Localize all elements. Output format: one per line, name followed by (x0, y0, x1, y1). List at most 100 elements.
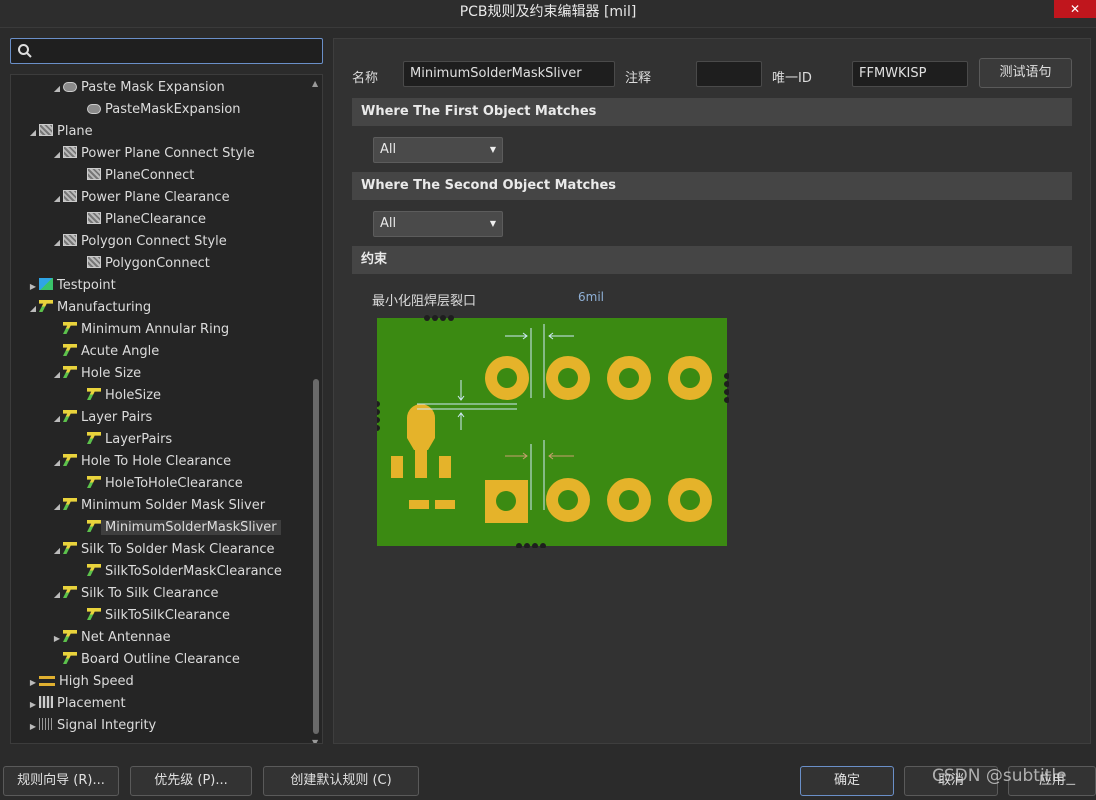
tree-item-label: LayerPairs (105, 432, 173, 447)
tree-item-label: Silk To Silk Clearance (81, 586, 219, 601)
tree-item-label: Manufacturing (57, 300, 152, 315)
collapse-arrow-icon[interactable]: ◢ (51, 496, 63, 518)
tree-item-label: HoleSize (105, 388, 162, 403)
create-default-rules-button[interactable]: 创建默认规则 (C) (263, 766, 419, 796)
tree-item[interactable]: ◢ Manufacturing (27, 297, 151, 319)
tree-item[interactable]: ◢ Paste Mask Expansion (51, 77, 225, 99)
sliver-param-value[interactable]: 6mil (578, 290, 604, 304)
collapse-arrow-icon[interactable]: ◢ (51, 232, 63, 254)
scroll-up-icon[interactable]: ▲ (312, 79, 318, 88)
tree-item-label: Layer Pairs (81, 410, 153, 425)
collapse-arrow-icon[interactable]: ◢ (51, 78, 63, 100)
test-query-button[interactable]: 测试语句 (979, 58, 1072, 88)
collapse-arrow-icon[interactable]: ◢ (51, 408, 63, 430)
tree-item[interactable]: Acute Angle (51, 341, 159, 363)
tree-item[interactable]: ◢ Power Plane Clearance (51, 187, 230, 209)
collapse-arrow-icon[interactable]: ◢ (51, 364, 63, 386)
tree-item[interactable]: ◢ Hole To Hole Clearance (51, 451, 231, 473)
tree-item[interactable]: PasteMaskExpansion (75, 99, 241, 121)
comment-field[interactable] (696, 61, 762, 87)
tree-item-label: High Speed (59, 674, 134, 689)
manufacturing-icon (63, 344, 77, 356)
unique-id-field[interactable]: FFMWKISP (852, 61, 968, 87)
close-button[interactable]: ✕ (1054, 0, 1096, 18)
tree-item[interactable]: ◢ Layer Pairs (51, 407, 152, 429)
tree-item[interactable]: HoleSize (75, 385, 161, 407)
window-title: PCB规则及约束编辑器 [mil] (459, 4, 637, 20)
collapse-arrow-icon[interactable]: ◢ (27, 122, 39, 144)
manufacturing-icon (63, 322, 77, 334)
second-object-select[interactable]: All ▼ (373, 211, 503, 237)
tree-item[interactable]: ◢ Power Plane Connect Style (51, 143, 255, 165)
tree-item[interactable]: MinimumSolderMaskSliver (75, 517, 281, 539)
tree-item[interactable]: HoleToHoleClearance (75, 473, 243, 495)
tree-item[interactable]: PolygonConnect (75, 253, 210, 275)
tree-item[interactable]: ▶ High Speed (27, 671, 134, 693)
plane-icon (87, 256, 101, 268)
tree-item-label: Power Plane Connect Style (81, 146, 255, 161)
expand-arrow-icon[interactable]: ▶ (27, 716, 39, 738)
name-field[interactable]: MinimumSolderMaskSliver (403, 61, 615, 87)
tree-item-label: Hole Size (81, 366, 142, 381)
search-box[interactable] (10, 38, 323, 64)
second-object-header: Where The Second Object Matches (352, 172, 1072, 200)
plane-icon (87, 168, 101, 180)
signal-integrity-icon (39, 718, 53, 730)
collapse-arrow-icon[interactable]: ◢ (27, 298, 39, 320)
collapse-arrow-icon[interactable]: ◢ (51, 540, 63, 562)
tree-item[interactable]: ◢ Minimum Solder Mask Sliver (51, 495, 265, 517)
tree-item[interactable]: PlaneClearance (75, 209, 206, 231)
tree-item[interactable]: SilkToSolderMaskClearance (75, 561, 282, 583)
tree-item-label: PlaneClearance (105, 212, 207, 227)
tree-item[interactable]: ◢ Hole Size (51, 363, 141, 385)
tree-item[interactable]: ▶ Placement (27, 693, 126, 715)
first-object-select[interactable]: All ▼ (373, 137, 503, 163)
first-object-select-value: All (380, 142, 397, 157)
collapse-arrow-icon[interactable]: ◢ (51, 584, 63, 606)
tree-item[interactable]: ◢ Polygon Connect Style (51, 231, 227, 253)
tree-item[interactable]: ▶ Net Antennae (51, 627, 171, 649)
expand-arrow-icon[interactable]: ▶ (27, 672, 39, 694)
tree-item-label: Board Outline Clearance (81, 652, 240, 667)
collapse-arrow-icon[interactable]: ◢ (51, 144, 63, 166)
manufacturing-icon (87, 388, 101, 400)
collapse-arrow-icon[interactable]: ◢ (51, 188, 63, 210)
manufacturing-icon (87, 520, 101, 532)
tree-item[interactable]: ◢ Silk To Solder Mask Clearance (51, 539, 274, 561)
tree-item[interactable]: ◢ Plane (27, 121, 93, 143)
expand-arrow-icon[interactable]: ▶ (51, 628, 63, 650)
tree-item-label: Hole To Hole Clearance (81, 454, 232, 469)
tree-item-label: Placement (57, 696, 126, 711)
search-icon (18, 44, 32, 58)
priority-button[interactable]: 优先级 (P)... (130, 766, 252, 796)
scroll-thumb[interactable] (313, 379, 319, 734)
expand-arrow-icon[interactable]: ▶ (27, 276, 39, 298)
tree-item[interactable]: ▶ Testpoint (27, 275, 116, 297)
unique-id-label: 唯一ID (772, 71, 812, 86)
tree-item[interactable]: PlaneConnect (75, 165, 194, 187)
plane-icon (39, 124, 53, 136)
tree-item[interactable]: Minimum Annular Ring (51, 319, 229, 341)
rule-wizard-button[interactable]: 规则向导 (R)... (3, 766, 119, 796)
manufacturing-icon (87, 608, 101, 620)
tree-item-label: Net Antennae (81, 630, 171, 645)
plane-icon (63, 146, 77, 158)
tree-scrollbar[interactable]: ▲ ▼ (312, 79, 320, 743)
search-input[interactable] (37, 41, 317, 61)
manufacturing-icon (39, 300, 53, 312)
solder-mask-sliver-diagram (377, 315, 729, 548)
tree-item[interactable]: ◢ Silk To Silk Clearance (51, 583, 218, 605)
ok-button[interactable]: 确定 (800, 766, 894, 796)
collapse-arrow-icon[interactable]: ◢ (51, 452, 63, 474)
tree-item[interactable]: ▶ Signal Integrity (27, 715, 156, 737)
manufacturing-icon (63, 498, 77, 510)
scroll-down-icon[interactable]: ▼ (312, 738, 318, 743)
tree-item[interactable]: LayerPairs (75, 429, 172, 451)
manufacturing-icon (63, 542, 77, 554)
manufacturing-icon (63, 630, 77, 642)
tree-item[interactable]: Board Outline Clearance (51, 649, 240, 671)
tree-item[interactable]: SilkToSilkClearance (75, 605, 230, 627)
paste-icon (63, 82, 77, 92)
second-object-select-value: All (380, 216, 397, 231)
expand-arrow-icon[interactable]: ▶ (27, 694, 39, 716)
